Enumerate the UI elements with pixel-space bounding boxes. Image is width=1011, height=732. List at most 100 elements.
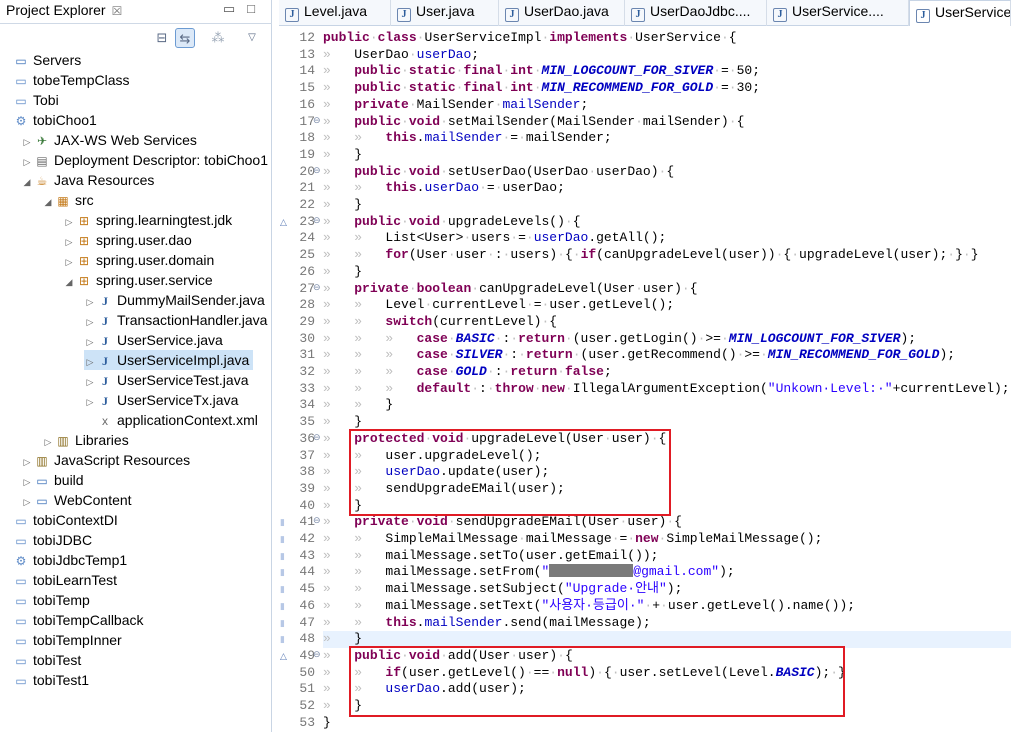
tree-item[interactable]: ▷ J UserService.java bbox=[84, 330, 223, 350]
tree-item[interactable]: ▷ J UserServiceTest.java bbox=[84, 370, 249, 390]
tree-item[interactable]: ▷ ⊞ spring.learningtest.jdk bbox=[63, 210, 233, 232]
fold-toggle-icon[interactable]: ⊖ bbox=[313, 165, 321, 176]
code-token: private bbox=[354, 514, 409, 530]
minimize-icon[interactable]: ▭ bbox=[222, 2, 236, 16]
tree-item[interactable]: ▷ J DummyMailSender.java bbox=[84, 290, 265, 310]
collapsed-arrow-icon[interactable]: ▷ bbox=[84, 332, 96, 352]
tree-item[interactable]: ▷ ▤ Deployment Descriptor: tobiChoo1 bbox=[21, 150, 268, 170]
tree-item[interactable]: ⚙ tobiJdbcTemp1 bbox=[12, 550, 128, 570]
code-area[interactable]: public·class·UserServiceImpl·implements·… bbox=[323, 30, 1011, 730]
line-number: 38 bbox=[299, 464, 315, 480]
editor-tab[interactable]: J Level.java bbox=[279, 0, 391, 26]
tree-item[interactable]: ◢ ☕ Java Resources bbox=[21, 170, 155, 192]
tree-item[interactable]: ▭ tobiLearnTest bbox=[12, 570, 117, 590]
tree-item[interactable]: ▭ Tobi bbox=[12, 90, 58, 110]
editor-tab[interactable]: J UserService.. bbox=[909, 0, 1011, 26]
tree-item[interactable]: ▭ tobiTest1 bbox=[12, 670, 89, 690]
fold-toggle-icon[interactable]: ⊖ bbox=[313, 282, 321, 293]
tree-item[interactable]: ▷ ⊞ spring.user.domain bbox=[63, 250, 215, 272]
code-token: setUserDao(UserDao bbox=[447, 163, 589, 179]
tree-item[interactable]: ▷ ▥ JavaScript Resources bbox=[21, 450, 191, 472]
collapsed-arrow-icon[interactable]: ▷ bbox=[63, 252, 75, 272]
collapsed-arrow-icon[interactable]: ▷ bbox=[84, 292, 96, 312]
tree-item[interactable]: ▭ tobiTest bbox=[12, 650, 81, 670]
tree-item[interactable]: ▷ J UserServiceImpl.java bbox=[84, 350, 254, 372]
focus-icon[interactable]: ⁂ bbox=[208, 28, 228, 48]
code-token: users bbox=[471, 230, 511, 246]
line-number: 35 bbox=[299, 414, 315, 430]
tree-item[interactable]: ▭ tobiTemp bbox=[12, 590, 89, 610]
fold-toggle-icon[interactable]: ⊖ bbox=[313, 649, 321, 660]
view-menu-icon[interactable]: ▽ bbox=[242, 28, 262, 48]
fold-toggle-icon[interactable]: ⊖ bbox=[313, 215, 321, 226]
collapsed-arrow-icon[interactable]: ▷ bbox=[84, 392, 96, 412]
code-token: » » bbox=[323, 547, 386, 563]
project-icon: ▭ bbox=[15, 634, 27, 648]
tree-item[interactable]: ▷ ⊞ spring.user.dao bbox=[63, 230, 192, 250]
fold-toggle-icon[interactable]: ⊖ bbox=[313, 515, 321, 526]
editor-tab[interactable]: J UserDaoJdbc.... bbox=[625, 0, 767, 26]
link-with-editor-icon[interactable]: ⇆ bbox=[175, 28, 195, 48]
code-token: » bbox=[323, 263, 355, 279]
code-token: "사용자·등급이·" bbox=[541, 597, 645, 613]
code-token: » bbox=[323, 113, 355, 129]
project-explorer-panel: Project Explorer ☒ ▭ □ ⊟ ⇆ ⁂ ▽ ▭ Servers ▭ t… bbox=[0, 0, 272, 732]
editor-tab[interactable]: J UserService.... bbox=[767, 0, 909, 26]
fold-toggle-icon[interactable]: ⊖ bbox=[313, 432, 321, 443]
tree-item[interactable]: ▷ J UserServiceTx.java bbox=[84, 390, 239, 412]
code-token: · bbox=[447, 247, 456, 263]
tree-item[interactable]: ▭ tobiTempInner bbox=[12, 630, 122, 650]
tree-item[interactable]: ▭ tobiTempCallback bbox=[12, 610, 143, 630]
expanded-arrow-icon[interactable]: ◢ bbox=[42, 192, 54, 212]
collapsed-arrow-icon[interactable]: ▷ bbox=[84, 352, 96, 372]
tree-item[interactable]: ◢ ⊞ spring.user.service bbox=[63, 270, 213, 290]
code-token: public bbox=[354, 113, 402, 129]
tree-item[interactable]: ▷ J TransactionHandler.java bbox=[84, 310, 268, 332]
editor-tab-label: UserDaoJdbc.... bbox=[650, 3, 751, 19]
tree-item[interactable]: ▭ tobiJDBC bbox=[12, 530, 92, 550]
collapsed-arrow-icon[interactable]: ▷ bbox=[21, 452, 33, 472]
code-token: · bbox=[533, 80, 542, 96]
tree-item-label: UserServiceImpl.java bbox=[117, 352, 250, 368]
close-view-icon[interactable]: ☒ bbox=[112, 4, 123, 18]
tree-item-label: tobiTempInner bbox=[33, 632, 122, 648]
tree-item[interactable]: ▭ tobeTempClass bbox=[12, 70, 129, 90]
collapsed-arrow-icon[interactable]: ▷ bbox=[21, 492, 33, 512]
collapsed-arrow-icon[interactable]: ▷ bbox=[84, 312, 96, 332]
collapsed-arrow-icon[interactable]: ▷ bbox=[63, 212, 75, 232]
tree-item[interactable]: ▷ ▭ build bbox=[21, 470, 84, 490]
java-file-icon: J bbox=[102, 374, 108, 388]
code-token: mailSender; bbox=[525, 130, 612, 146]
code-token: · bbox=[401, 213, 409, 229]
code-token: { bbox=[564, 247, 573, 263]
tree-item[interactable]: ▭ tobiContextDI bbox=[12, 510, 118, 530]
code-token: false bbox=[564, 364, 604, 379]
code-token: · bbox=[408, 280, 417, 296]
collapsed-arrow-icon[interactable]: ▷ bbox=[21, 132, 33, 152]
fold-toggle-icon[interactable]: ⊖ bbox=[313, 115, 321, 126]
collapsed-arrow-icon[interactable]: ▷ bbox=[63, 232, 75, 252]
project-icon: ▭ bbox=[15, 614, 27, 628]
code-token: · bbox=[666, 514, 675, 530]
code-token: case bbox=[416, 330, 448, 346]
collapsed-arrow-icon[interactable]: ▷ bbox=[21, 152, 33, 172]
tree-item[interactable]: ⚙ tobiChoo1 bbox=[12, 110, 97, 130]
tree-item[interactable]: x applicationContext.xml bbox=[84, 410, 258, 430]
tree-item[interactable]: ▷ ▭ WebContent bbox=[21, 490, 132, 510]
editor-tab[interactable]: J User.java bbox=[391, 0, 499, 26]
maximize-icon[interactable]: □ bbox=[244, 2, 258, 16]
tree-item[interactable]: ▷ ✈ JAX-WS Web Services bbox=[21, 130, 197, 150]
collapsed-arrow-icon[interactable]: ▷ bbox=[21, 472, 33, 492]
expanded-arrow-icon[interactable]: ◢ bbox=[21, 172, 33, 192]
line-number: 16 bbox=[299, 96, 315, 112]
collapsed-arrow-icon[interactable]: ▷ bbox=[84, 372, 96, 392]
tree-item[interactable]: ▷ ▥ Libraries bbox=[42, 430, 129, 450]
tree-item[interactable]: ◢ ▦ src bbox=[42, 190, 94, 210]
editor-tab[interactable]: J UserDao.java bbox=[499, 0, 625, 26]
collapsed-arrow-icon[interactable]: ▷ bbox=[42, 432, 54, 452]
collapse-all-icon[interactable]: ⊟ bbox=[152, 28, 172, 48]
project-explorer-tab[interactable]: Project Explorer ☒ bbox=[0, 0, 128, 24]
tree-item[interactable]: ▭ Servers bbox=[12, 50, 81, 70]
code-token: sendUpgradeEMail(User bbox=[455, 514, 620, 530]
expanded-arrow-icon[interactable]: ◢ bbox=[63, 272, 75, 292]
